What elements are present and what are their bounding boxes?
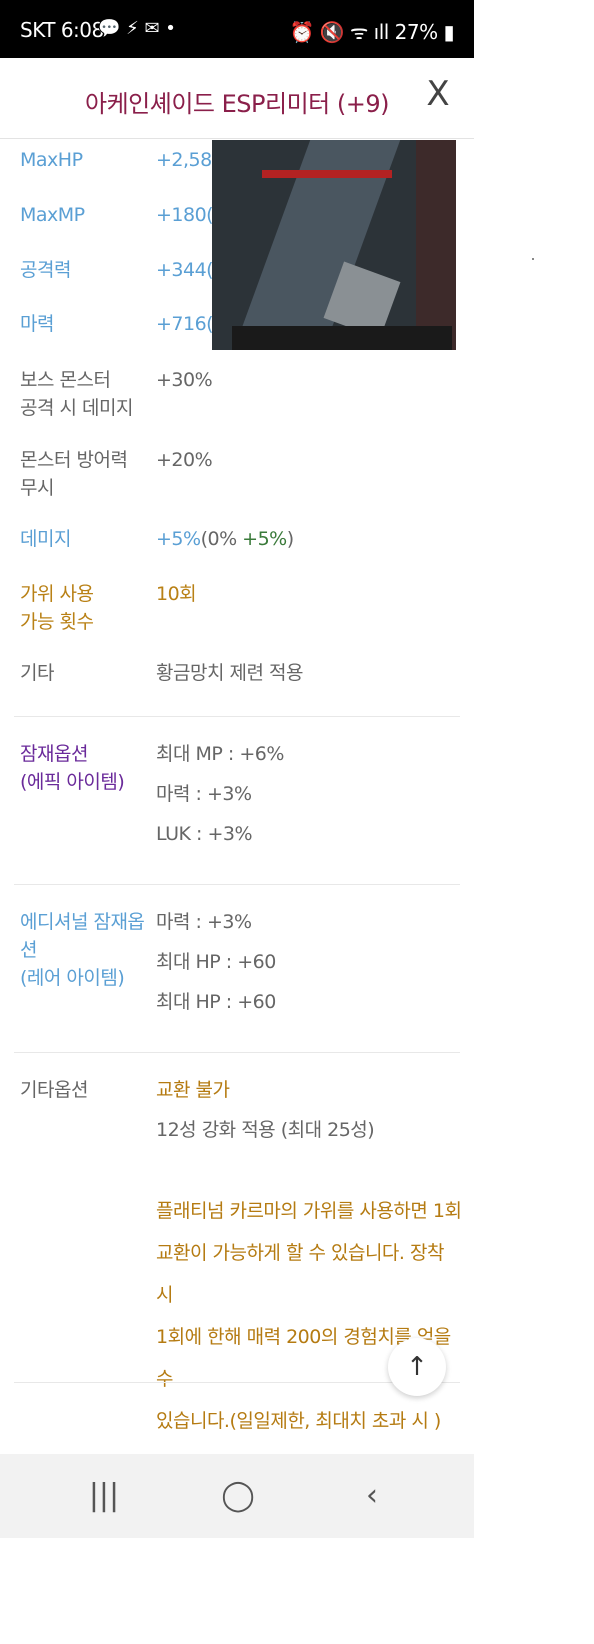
system-icons: ⏰ 🔇 ᯤ ıll xyxy=(289,20,390,44)
option-line: 최대 HP : +60 xyxy=(156,951,276,973)
label-line: 보스 몬스터 xyxy=(20,369,111,391)
phone-screen: SKT 6:08 💬 ⚡ ✉ • ⏰ 🔇 ᯤ ıll 27% ▮ 아케인셰이드 … xyxy=(0,0,474,1644)
star-force: 12성 강화 적용 (최대 25성) xyxy=(156,1119,375,1141)
damage-bonus: +5% xyxy=(242,528,287,550)
option-line: LUK : +3% xyxy=(156,823,253,845)
stat-label: 기타 xyxy=(20,662,54,684)
status-bar: SKT 6:08 💬 ⚡ ✉ • ⏰ 🔇 ᯤ ıll 27% ▮ xyxy=(0,0,474,58)
trade-status: 교환 불가 xyxy=(156,1079,230,1101)
stat-label: 보스 몬스터 공격 시 데미지 xyxy=(20,366,150,422)
status-right: ⏰ 🔇 ᯤ ıll 27% ▮ xyxy=(290,18,455,45)
item-header: 아케인셰이드 ESP리미터 (+9) X xyxy=(0,58,474,139)
label-line: 무시 xyxy=(20,477,54,499)
stat-value: +20% xyxy=(156,449,213,471)
notification-icons: 💬 ⚡ ✉ • xyxy=(98,18,176,39)
battery-level: 27% xyxy=(394,20,438,44)
damage-main: +5% xyxy=(156,528,201,550)
arrow-up-icon: ↑ xyxy=(406,1352,428,1382)
stat-value: 황금망치 제련 적용 xyxy=(156,662,303,684)
label-line: 가위 사용 xyxy=(20,583,94,605)
stray-dot xyxy=(532,258,534,260)
option-line: 최대 HP : +60 xyxy=(156,991,276,1013)
pip-video-player[interactable] xyxy=(212,140,456,350)
battery-icon: ▮ xyxy=(443,20,454,44)
description-line: 교환이 가능하게 할 수 있습니다. 장착 시 xyxy=(156,1242,444,1306)
item-title: 아케인셰이드 ESP리미터 (+9) xyxy=(85,90,389,118)
label-line: 에디셔널 잠재옵션 xyxy=(20,911,145,961)
label-line: (에픽 아이템) xyxy=(20,771,125,793)
description-line: 플래티넘 카르마의 가위를 사용하면 1회 xyxy=(156,1200,462,1222)
section-label: 기타옵션 xyxy=(20,1079,88,1101)
home-button[interactable]: ◯ xyxy=(208,1478,268,1513)
video-frame xyxy=(416,140,456,350)
description-line: 있습니다.(일일제한, 최대치 초과 시 ) xyxy=(156,1410,441,1432)
video-frame xyxy=(262,170,392,178)
stat-label: MaxHP xyxy=(20,149,83,171)
android-nav-bar: ||| ◯ ‹ xyxy=(0,1454,474,1538)
stat-label: 데미지 xyxy=(20,528,71,550)
option-line: 마력 : +3% xyxy=(156,911,252,933)
stat-value: 10회 xyxy=(156,583,197,605)
divider xyxy=(14,884,460,885)
carrier-time: SKT 6:08 xyxy=(20,18,104,42)
video-frame xyxy=(232,326,452,350)
label-line: 공격 시 데미지 xyxy=(20,397,133,419)
divider xyxy=(14,716,460,717)
section-label: 에디셔널 잠재옵션 (레어 아이템) xyxy=(20,908,160,992)
section-label: 잠재옵션 (에픽 아이템) xyxy=(20,740,150,796)
stat-label: 마력 xyxy=(20,313,54,335)
stat-label: 가위 사용 가능 횟수 xyxy=(20,580,150,636)
stat-value: +30% xyxy=(156,369,213,391)
stat-value: +5%(0% +5%) xyxy=(156,525,456,553)
recent-apps-button[interactable]: ||| xyxy=(74,1478,134,1513)
option-list: 마력 : +3% 최대 HP : +60 최대 HP : +60 xyxy=(156,902,456,1022)
back-button[interactable]: ‹ xyxy=(342,1478,402,1513)
label-line: 잠재옵션 xyxy=(20,743,88,765)
stat-label: MaxMP xyxy=(20,204,85,226)
divider xyxy=(14,1052,460,1053)
label-line: 가능 횟수 xyxy=(20,611,94,633)
option-list: 최대 MP : +6% 마력 : +3% LUK : +3% xyxy=(156,734,456,854)
label-line: 몬스터 방어력 xyxy=(20,449,128,471)
stat-label: 몬스터 방어력 무시 xyxy=(20,446,150,502)
scroll-to-top-button[interactable]: ↑ xyxy=(388,1338,446,1396)
stat-label: 공격력 xyxy=(20,259,71,281)
damage-paren: ) xyxy=(286,528,294,550)
option-line: 최대 MP : +6% xyxy=(156,743,284,765)
label-line: (레어 아이템) xyxy=(20,967,125,989)
damage-paren: (0% xyxy=(200,528,243,550)
close-button[interactable]: X xyxy=(418,74,458,114)
option-line: 마력 : +3% xyxy=(156,783,252,805)
